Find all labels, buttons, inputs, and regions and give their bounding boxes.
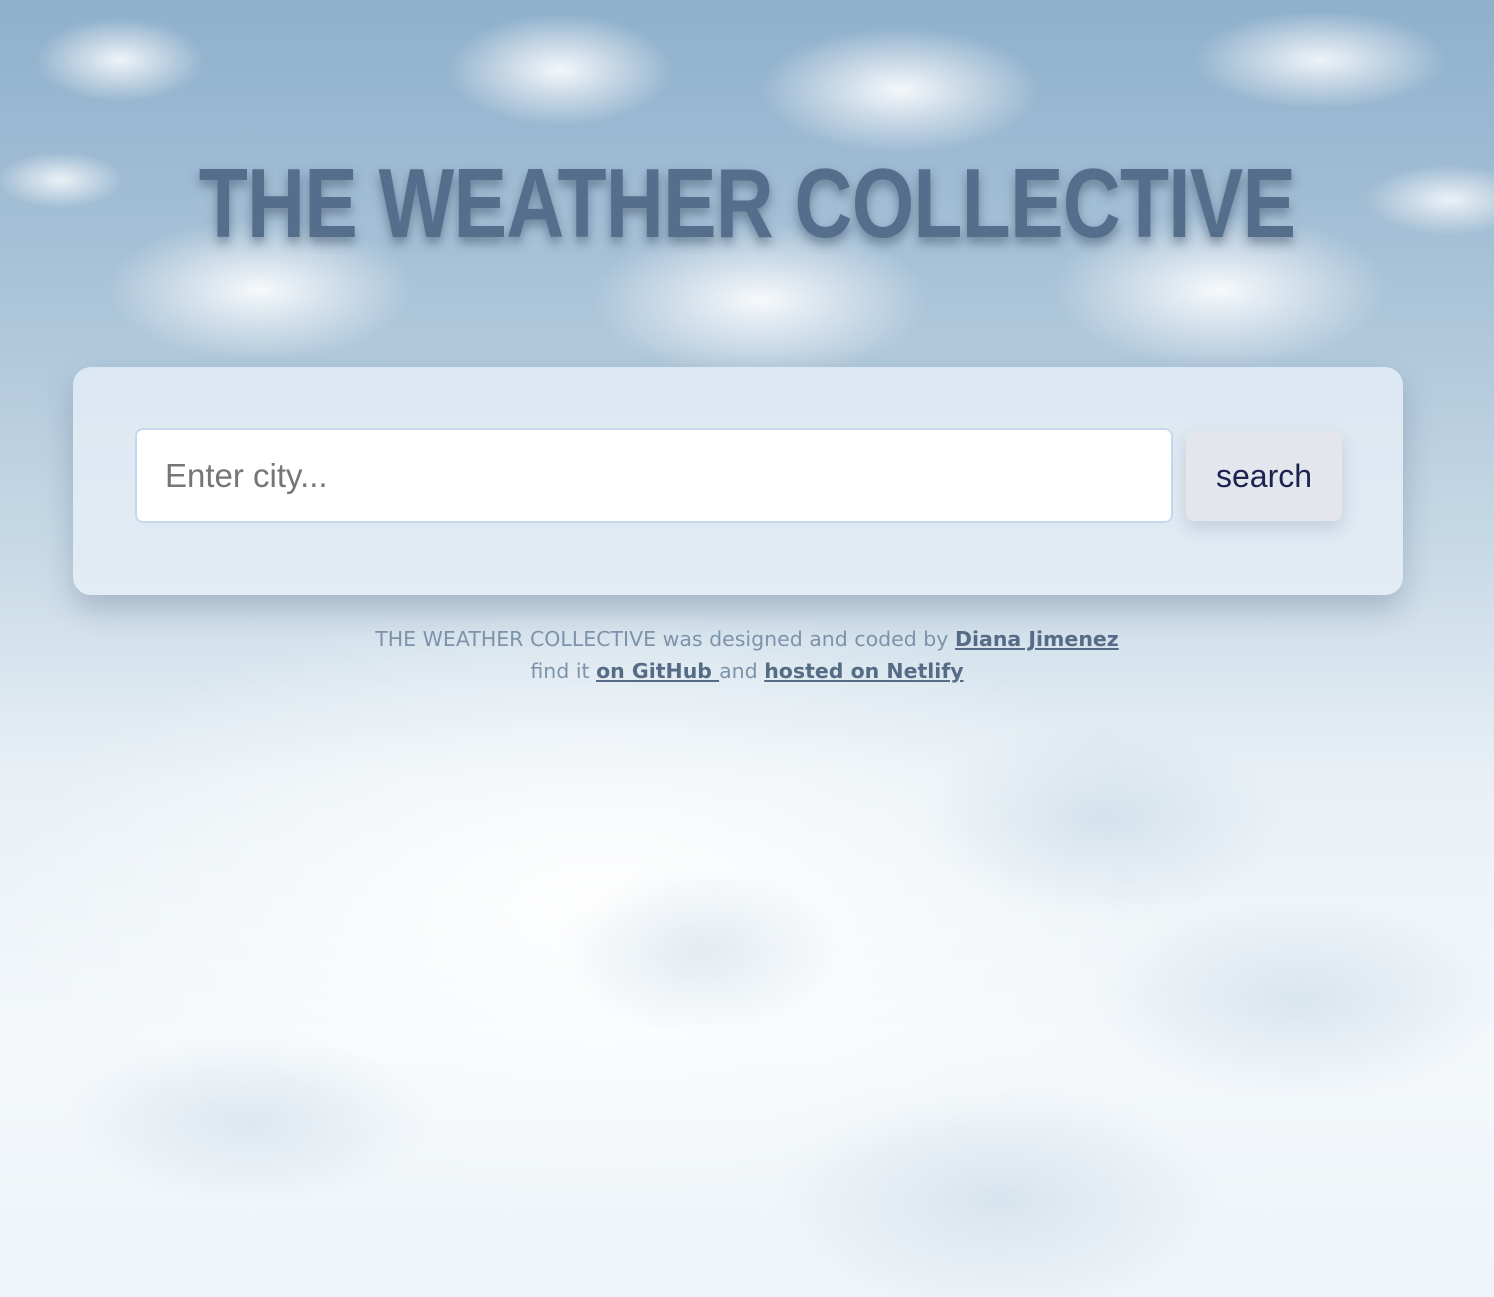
netlify-link[interactable]: hosted on Netlify	[764, 659, 963, 683]
credits-line-2: find it on GitHub and hosted on Netlify	[0, 655, 1494, 687]
github-link[interactable]: on GitHub	[596, 659, 719, 683]
author-link[interactable]: Diana Jimenez	[955, 627, 1119, 651]
credits-text: THE WEATHER COLLECTIVE was designed and …	[375, 627, 955, 651]
credits-line-1: THE WEATHER COLLECTIVE was designed and …	[0, 623, 1494, 655]
page-title: THE WEATHER COLLECTIVE	[198, 148, 1296, 258]
footer-credits: THE WEATHER COLLECTIVE was designed and …	[0, 623, 1494, 687]
city-search-input[interactable]	[135, 428, 1173, 523]
search-button[interactable]: search	[1186, 431, 1342, 521]
credits-find-text: find it	[530, 659, 597, 683]
credits-and-text: and	[719, 659, 765, 683]
